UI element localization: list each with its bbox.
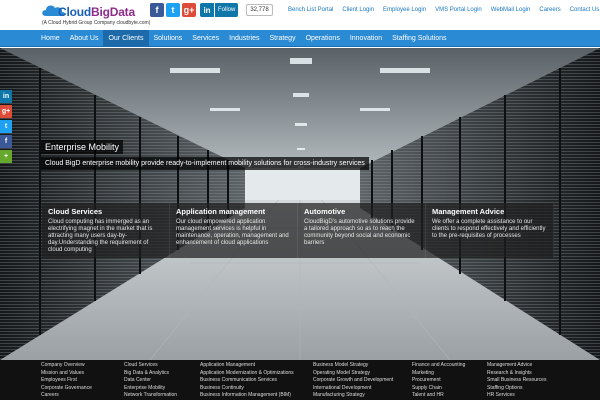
share-facebook-icon[interactable]: f (0, 135, 12, 148)
hero-title: Enterprise Mobility (41, 140, 124, 154)
footer-col-services: Application Management Application Moder… (200, 362, 294, 400)
social-links: f t g+ in Follow 32,778 (150, 3, 273, 17)
nav-operations[interactable]: Operations (301, 30, 345, 47)
footer-link[interactable]: International Development (313, 385, 393, 393)
linkedin-follow-button[interactable]: in Follow (200, 3, 239, 17)
top-link-client-login[interactable]: Client Login (342, 7, 374, 13)
footer-link[interactable]: Big Data & Analytics (124, 370, 177, 378)
follower-count: 32,778 (246, 4, 273, 16)
share-more-icon[interactable]: + (0, 150, 12, 163)
panel-automotive[interactable]: Automotive CloudBigD's automotive soluti… (298, 203, 426, 258)
footer-link[interactable]: Data Center (124, 377, 177, 385)
main-nav: Home About Us Our Clients Solutions Serv… (0, 30, 600, 47)
panel-application-management[interactable]: Application management Our cloud empower… (170, 203, 298, 258)
share-linkedin-icon[interactable]: in (0, 90, 12, 103)
site-header: CloudBigData (A Cloud Hybrid Group Compa… (0, 0, 600, 30)
top-link-webmail[interactable]: WebMail Login (491, 7, 531, 13)
footer-col-solutions: Cloud Services Big Data & Analytics Data… (124, 362, 177, 400)
panel-text: Cloud computing has immerged as an elect… (48, 219, 153, 253)
footer-link[interactable]: HR Services (487, 392, 546, 400)
site-footer: Company Overview Mission and Values Empl… (0, 360, 600, 400)
footer-link[interactable]: Marketing (412, 370, 465, 378)
footer-link[interactable]: Employees First (41, 377, 92, 385)
footer-col-company: Company Overview Mission and Values Empl… (41, 362, 92, 400)
top-link-careers[interactable]: Careers (539, 7, 560, 13)
service-panels: Cloud Services Cloud computing has immer… (42, 203, 555, 258)
footer-link[interactable]: Supply Chain (412, 385, 465, 393)
footer-link[interactable]: Business Communication Services (200, 377, 294, 385)
nav-solutions[interactable]: Solutions (149, 30, 188, 47)
footer-link[interactable]: Research & Insights (487, 370, 546, 378)
footer-link[interactable]: Business Continuity (200, 385, 294, 393)
footer-link[interactable]: Careers (41, 392, 92, 400)
logo-text-bigdata: BigData (91, 5, 135, 19)
twitter-icon[interactable]: t (166, 3, 180, 17)
logo-text-cloud: Cloud (58, 5, 91, 19)
footer-link[interactable]: Talent and HR (412, 392, 465, 400)
logo-tagline: (A Cloud Hybrid Group Company cloudbyte.… (42, 20, 151, 26)
panel-title: Application management (176, 207, 266, 216)
footer-link[interactable]: Application Management (200, 362, 294, 370)
share-twitter-icon[interactable]: t (0, 120, 12, 133)
panel-title: Management Advice (432, 207, 505, 216)
footer-link[interactable]: Management Advice (487, 362, 546, 370)
left-share-bar: in g+ t f + (0, 90, 12, 165)
panel-title: Automotive (304, 207, 346, 216)
google-plus-icon[interactable]: g+ (182, 3, 196, 17)
footer-link[interactable]: Procurement (412, 377, 465, 385)
footer-link[interactable]: Business Model Strategy (313, 362, 393, 370)
footer-link[interactable]: Network Transformation (124, 392, 177, 400)
hero-description: Cloud BigD enterprise mobility provide r… (41, 157, 369, 170)
facebook-icon[interactable]: f (150, 3, 164, 17)
footer-col-strategy: Business Model Strategy Operating Model … (313, 362, 393, 400)
share-google-plus-icon[interactable]: g+ (0, 105, 12, 118)
footer-link[interactable]: Company Overview (41, 362, 92, 370)
nav-strategy[interactable]: Strategy (265, 30, 301, 47)
nav-innovation[interactable]: Innovation (345, 30, 387, 47)
panel-management-advice[interactable]: Management Advice We offer a complete as… (426, 203, 554, 258)
nav-home[interactable]: Home (36, 30, 65, 47)
footer-link[interactable]: Business Information Management (BIM) (200, 392, 294, 400)
footer-link[interactable]: Manufacturing Strategy (313, 392, 393, 400)
panel-text: Our cloud empowered application manageme… (176, 219, 289, 246)
footer-link[interactable]: Corporate Growth and Development (313, 377, 393, 385)
footer-col-operations: Finance and Accounting Marketing Procure… (412, 362, 465, 400)
top-link-bench-list[interactable]: Bench List Portal (288, 7, 333, 13)
panel-text: CloudBigD's automotive solutions provide… (304, 219, 415, 246)
nav-industries[interactable]: Industries (224, 30, 264, 47)
footer-col-innovation: Management Advice Research & Insights Sm… (487, 362, 546, 400)
top-link-vms-portal[interactable]: VMS Portal Login (435, 7, 482, 13)
linkedin-icon: in (200, 3, 214, 17)
top-links: Bench List Portal Client Login Employee … (288, 7, 600, 13)
panel-cloud-services[interactable]: Cloud Services Cloud computing has immer… (42, 203, 170, 258)
panel-text: We offer a complete assistance to our cl… (432, 219, 546, 239)
footer-link[interactable]: Cloud Services (124, 362, 177, 370)
footer-link[interactable]: Staffing Options (487, 385, 546, 393)
nav-staffing-solutions[interactable]: Staffing Solutions (387, 30, 451, 47)
nav-services[interactable]: Services (187, 30, 224, 47)
footer-link[interactable]: Small Business Resources (487, 377, 546, 385)
footer-link[interactable]: Corporate Governance (41, 385, 92, 393)
footer-link[interactable]: Enterprise Mobility (124, 385, 177, 393)
follow-label: Follow (214, 3, 239, 17)
top-link-contact[interactable]: Contact Us (570, 7, 600, 13)
nav-our-clients[interactable]: Our Clients (103, 30, 149, 47)
panel-title: Cloud Services (48, 207, 103, 216)
footer-link[interactable]: Finance and Accounting (412, 362, 465, 370)
footer-link[interactable]: Mission and Values (41, 370, 92, 378)
site-logo[interactable]: CloudBigData (A Cloud Hybrid Group Compa… (40, 2, 150, 28)
nav-about-us[interactable]: About Us (65, 30, 104, 47)
footer-link[interactable]: Application Modernization & Optimization… (200, 370, 294, 378)
footer-link[interactable]: Operating Model Strategy (313, 370, 393, 378)
top-link-employee-login[interactable]: Employee Login (383, 7, 426, 13)
